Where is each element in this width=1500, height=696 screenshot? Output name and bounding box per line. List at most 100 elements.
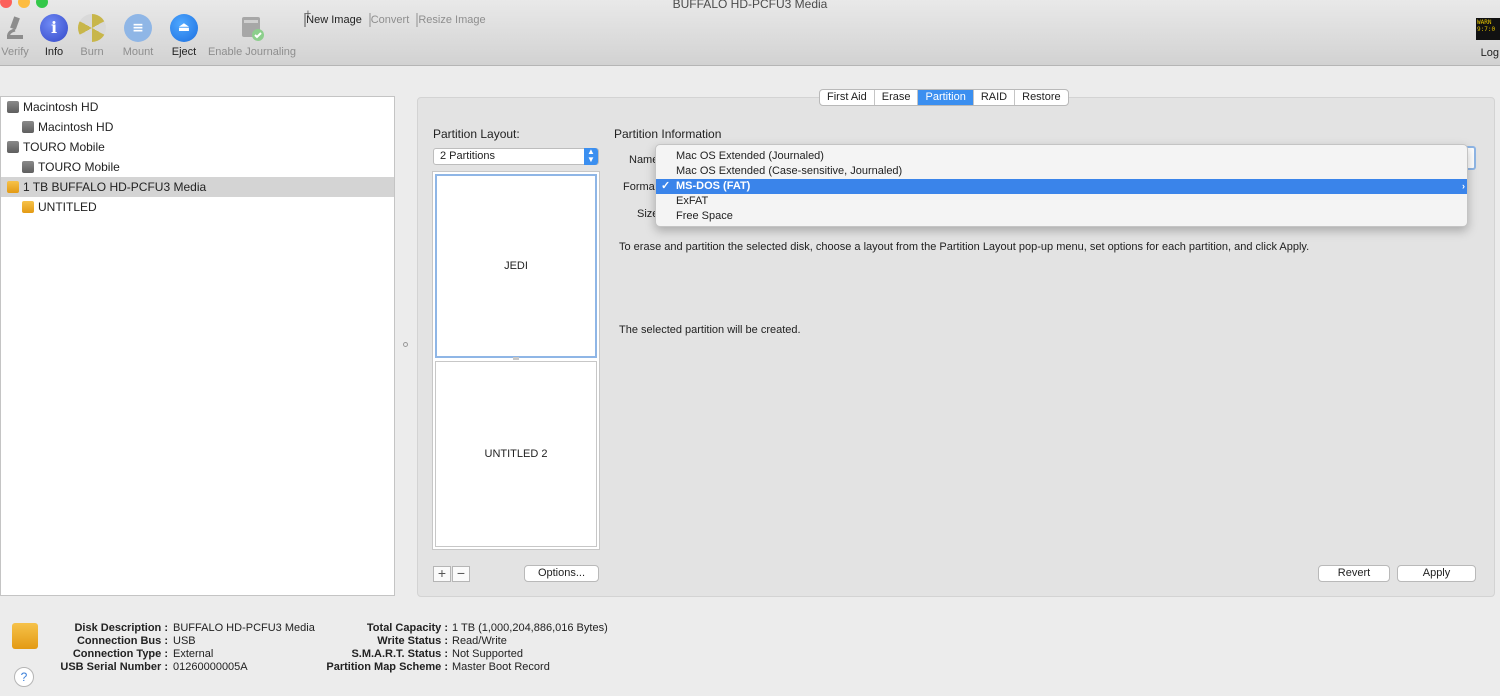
- enable-journaling-button[interactable]: Enable Journaling: [206, 14, 298, 58]
- smart-status-label: S.M.A.R.T. Status :: [351, 648, 448, 660]
- info-button[interactable]: i Info: [40, 14, 68, 58]
- apply-button[interactable]: Apply: [1397, 565, 1476, 582]
- partition-info-heading: Partition Information: [614, 127, 722, 141]
- sidebar-item-macintosh-hd-disk[interactable]: Macintosh HD: [1, 97, 394, 117]
- menu-item-mac-os-extended-case-sensitive[interactable]: Mac OS Extended (Case-sensitive, Journal…: [656, 164, 1467, 179]
- info-label: Info: [44, 46, 64, 58]
- partition-map-scheme-label: Partition Map Scheme :: [326, 661, 448, 673]
- sidebar-item-label: Macintosh HD: [38, 120, 114, 134]
- partition-layout-heading: Partition Layout:: [433, 127, 520, 141]
- window-title: BUFFALO HD-PCFU3 Media: [672, 0, 828, 11]
- usb-serial-value: 01260000005A: [173, 661, 248, 673]
- menu-item-label: Mac OS Extended (Case-sensitive, Journal…: [676, 165, 903, 177]
- menu-item-exfat[interactable]: ExFAT: [656, 194, 1467, 209]
- verify-label: Verify: [1, 46, 29, 58]
- log-button-label[interactable]: Log: [1481, 47, 1499, 59]
- mount-button[interactable]: ≡ Mount: [120, 14, 156, 58]
- partition-layout-value: 2 Partitions: [440, 150, 496, 162]
- mount-label: Mount: [122, 46, 154, 58]
- eject-icon: ⏏: [170, 14, 198, 42]
- partition-map-scheme-value: Master Boot Record: [452, 661, 550, 673]
- revert-button[interactable]: Revert: [1318, 565, 1390, 582]
- usb-serial-label: USB Serial Number :: [60, 661, 168, 673]
- sidebar-item-touro-volume[interactable]: TOURO Mobile: [1, 157, 394, 177]
- tab-partition[interactable]: Partition: [918, 90, 974, 105]
- chevron-right-icon: ›: [1462, 181, 1465, 191]
- options-button[interactable]: Options...: [524, 565, 599, 582]
- updown-chevron-icon: ▲ ▼: [584, 148, 598, 165]
- checkmark-icon: ✓: [661, 180, 671, 192]
- burn-button[interactable]: Burn: [77, 14, 107, 58]
- usb-disk-icon: [7, 181, 19, 193]
- sidebar-item-buffalo-disk[interactable]: 1 TB BUFFALO HD-PCFU3 Media: [1, 177, 394, 197]
- partition-layout-popup[interactable]: 2 Partitions ▲ ▼: [433, 148, 599, 165]
- remove-partition-button[interactable]: −: [452, 566, 470, 582]
- add-partition-button[interactable]: +: [433, 566, 451, 582]
- convert-label: Convert: [370, 14, 410, 26]
- sidebar-item-label: UNTITLED: [38, 200, 97, 214]
- new-image-icon: +: [304, 8, 311, 27]
- tab-raid[interactable]: RAID: [974, 90, 1016, 105]
- sidebar-item-label: TOURO Mobile: [23, 140, 105, 154]
- radiation-icon: [78, 14, 106, 42]
- total-capacity-label: Total Capacity :: [366, 622, 448, 634]
- menu-item-label: Free Space: [676, 210, 733, 222]
- sidebar-item-label: 1 TB BUFFALO HD-PCFU3 Media: [23, 180, 207, 194]
- partition-resize-handle[interactable]: [513, 357, 519, 360]
- sidebar-item-label: TOURO Mobile: [38, 160, 120, 174]
- sidebar-item-macintosh-hd-volume[interactable]: Macintosh HD: [1, 117, 394, 137]
- tab-bar: First Aid Erase Partition RAID Restore: [819, 89, 1069, 106]
- connection-type-value: External: [173, 648, 214, 660]
- menu-item-free-space[interactable]: Free Space: [656, 209, 1467, 224]
- partition-block-jedi[interactable]: JEDI: [435, 174, 597, 358]
- partition-instructions: To erase and partition the selected disk…: [619, 241, 1310, 253]
- menu-item-label: Mac OS Extended (Journaled): [676, 150, 824, 162]
- resize-image-button[interactable]: Resize Image: [416, 13, 486, 27]
- partition-status: The selected partition will be created.: [619, 324, 801, 336]
- disk-description-label: Disk Description :: [74, 622, 168, 634]
- partition-label: UNTITLED 2: [484, 448, 548, 460]
- menu-item-mac-os-extended-journaled[interactable]: Mac OS Extended (Journaled): [656, 149, 1467, 164]
- sidebar-item-touro-disk[interactable]: TOURO Mobile: [1, 137, 394, 157]
- tab-restore[interactable]: Restore: [1015, 90, 1068, 105]
- connection-bus-value: USB: [173, 635, 196, 647]
- menu-item-ms-dos-fat[interactable]: ✓ MS-DOS (FAT) ›: [656, 179, 1467, 194]
- external-disk-icon: [7, 141, 19, 153]
- sidebar-item-label: Macintosh HD: [23, 100, 99, 114]
- partition-label: JEDI: [504, 260, 528, 272]
- new-image-label: New Image: [306, 14, 362, 26]
- internal-disk-icon: [7, 101, 19, 113]
- enable-journaling-label: Enable Journaling: [207, 46, 297, 58]
- menu-item-label: ExFAT: [676, 195, 709, 207]
- total-capacity-value: 1 TB (1,000,204,886,016 Bytes): [452, 622, 608, 634]
- log-icon[interactable]: WARN 9:7:0: [1476, 18, 1500, 40]
- volume-icon: [22, 161, 34, 173]
- new-image-button[interactable]: + New Image: [304, 8, 362, 27]
- sidebar-item-untitled-volume[interactable]: UNTITLED: [1, 197, 394, 217]
- usb-volume-icon: [22, 201, 34, 213]
- smart-status-value: Not Supported: [452, 648, 523, 660]
- partition-map: JEDI UNTITLED 2: [432, 171, 600, 550]
- help-button[interactable]: ?: [14, 667, 34, 687]
- disk-list-sidebar[interactable]: Macintosh HD Macintosh HD TOURO Mobile T…: [0, 96, 395, 596]
- tab-erase[interactable]: Erase: [875, 90, 919, 105]
- disk-description-value: BUFFALO HD-PCFU3 Media: [173, 622, 315, 634]
- mount-icon: ≡: [124, 14, 152, 42]
- info-icon: i: [40, 14, 68, 42]
- format-dropdown-menu: Mac OS Extended (Journaled) Mac OS Exten…: [655, 144, 1468, 227]
- write-status-value: Read/Write: [452, 635, 507, 647]
- toolbar: BUFFALO HD-PCFU3 Media Verify i Info Bur…: [0, 0, 1500, 66]
- burn-label: Burn: [80, 46, 104, 58]
- partition-block-untitled-2[interactable]: UNTITLED 2: [435, 361, 597, 547]
- convert-button[interactable]: Convert: [368, 13, 410, 27]
- eject-button[interactable]: ⏏ Eject: [168, 14, 200, 58]
- convert-icon: [368, 13, 371, 27]
- verify-button[interactable]: Verify: [0, 14, 30, 58]
- resize-image-label: Resize Image: [418, 14, 486, 26]
- menu-item-label: MS-DOS (FAT): [676, 180, 751, 192]
- connection-bus-label: Connection Bus :: [76, 635, 168, 647]
- microscope-icon: [1, 14, 29, 42]
- eject-label: Eject: [171, 46, 197, 58]
- split-view-handle[interactable]: [403, 342, 408, 347]
- tab-first-aid[interactable]: First Aid: [820, 90, 875, 105]
